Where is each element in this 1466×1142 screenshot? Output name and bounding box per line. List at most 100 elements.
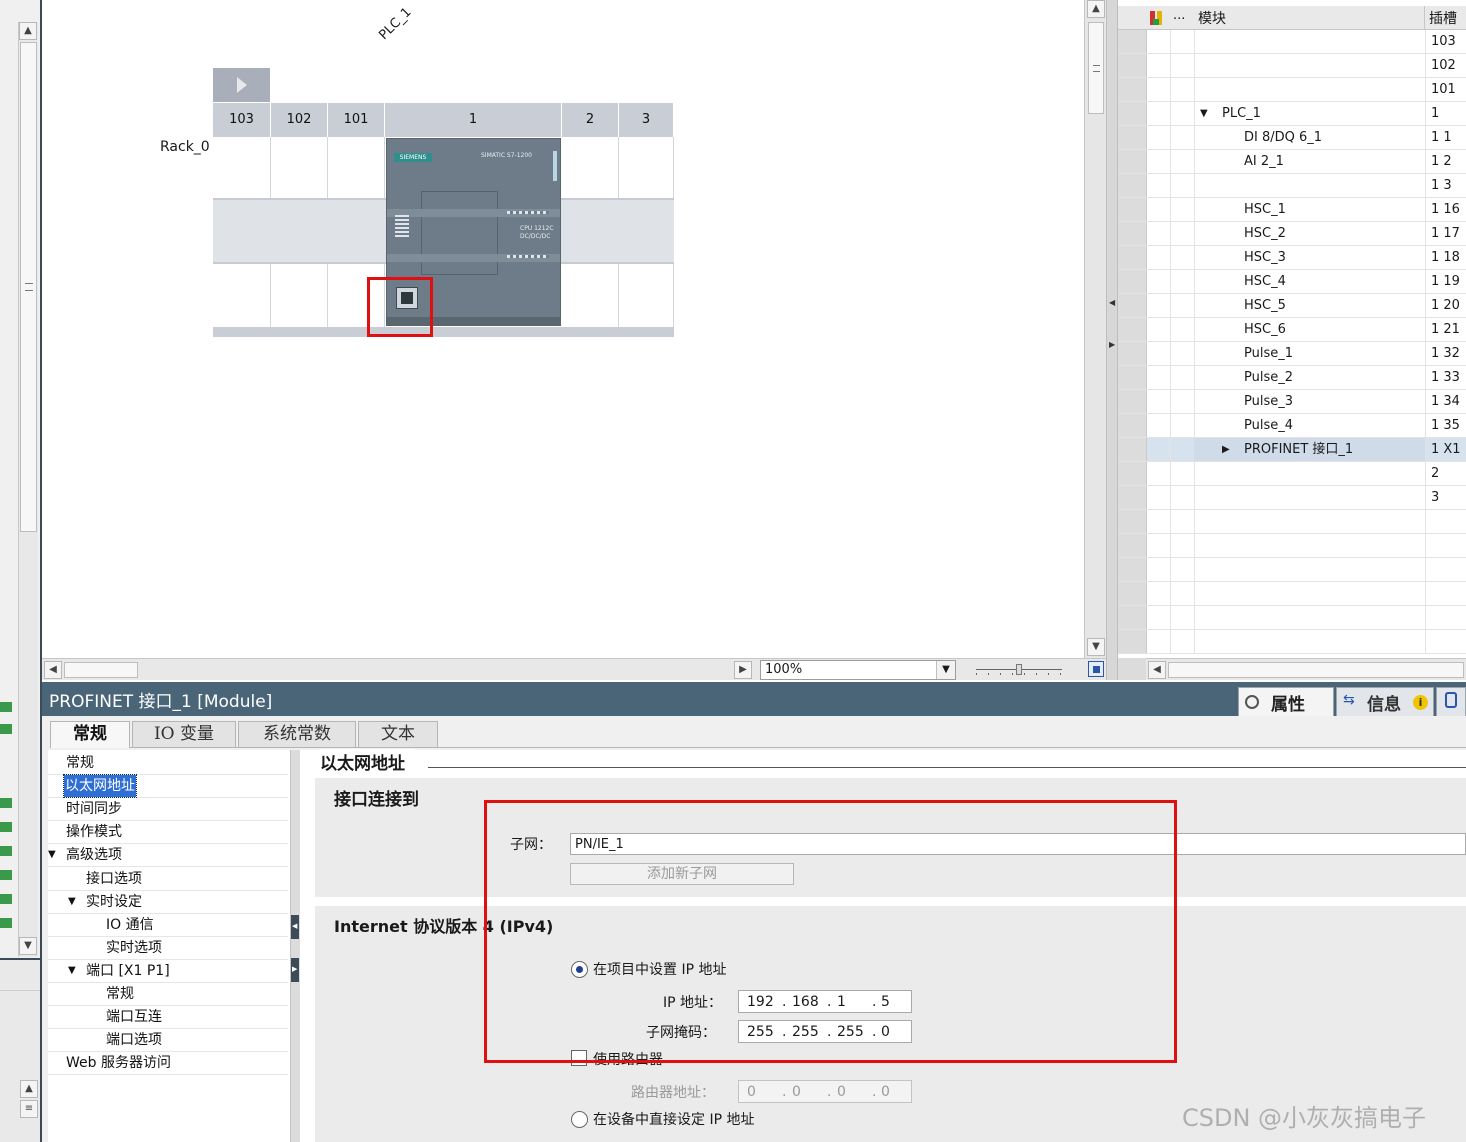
module-name-cell[interactable]	[1194, 30, 1426, 53]
module-name-cell[interactable]	[1194, 606, 1426, 629]
radio-set-on-device[interactable]	[571, 1111, 588, 1128]
table-row[interactable]	[1118, 558, 1466, 582]
nav-item[interactable]: 高级选项	[66, 844, 122, 866]
nav-item[interactable]: IO 通信	[106, 914, 154, 936]
row-selector[interactable]	[1118, 318, 1147, 341]
nav-item[interactable]: 操作模式	[66, 821, 122, 843]
hscroll-thumb[interactable]	[1168, 662, 1464, 678]
module-name-cell[interactable]: Pulse_1	[1194, 342, 1426, 365]
tab-info[interactable]: ⇆ 信息 i	[1336, 687, 1434, 716]
table-row[interactable]: Pulse_4 1 35	[1118, 414, 1466, 438]
chevron-down-icon[interactable]: ▼	[48, 844, 56, 866]
row-selector[interactable]	[1118, 342, 1147, 365]
module-name-cell[interactable]	[1194, 558, 1426, 581]
module-name-cell[interactable]: HSC_6	[1194, 318, 1426, 341]
header-module[interactable]: 模块	[1198, 8, 1226, 28]
chevron-down-icon[interactable]: ▼	[1200, 102, 1208, 125]
row-selector[interactable]	[1118, 30, 1147, 53]
row-selector[interactable]	[1118, 558, 1147, 581]
module-name-cell[interactable]	[1194, 486, 1426, 509]
table-row[interactable]: HSC_3 1 18	[1118, 246, 1466, 270]
nav-item[interactable]: 常规	[106, 983, 134, 1005]
panel-splitter[interactable]: ◀ ▶	[1106, 0, 1118, 680]
nav-item[interactable]: 时间同步	[66, 798, 122, 820]
module-name-cell[interactable]	[1194, 510, 1426, 533]
module-name-cell[interactable]	[1194, 462, 1426, 485]
header-slot[interactable]: 插槽	[1429, 8, 1457, 28]
module-name-cell[interactable]: HSC_2	[1194, 222, 1426, 245]
zoom-slider[interactable]	[976, 664, 1062, 676]
nav-item[interactable]: 接口选项	[86, 868, 142, 890]
scroll-down-icon[interactable]: ▼	[19, 937, 37, 955]
row-selector[interactable]	[1118, 174, 1147, 197]
overview-icon[interactable]	[1088, 661, 1104, 677]
nav-item[interactable]: Web 服务器访问	[66, 1052, 171, 1074]
tab-diagnostics[interactable]	[1436, 687, 1466, 716]
scroll-menu-icon[interactable]: ≡	[20, 1100, 38, 1118]
module-name-cell[interactable]	[1194, 174, 1426, 197]
nav-splitter[interactable]: ◀ ▶	[290, 750, 300, 1142]
chevron-down-icon[interactable]: ▼	[68, 960, 76, 982]
chevron-down-icon[interactable]: ▼	[936, 661, 955, 679]
scroll-down-icon[interactable]: ▼	[1087, 638, 1105, 656]
tab-properties[interactable]: 属性	[1238, 687, 1334, 716]
row-selector[interactable]	[1118, 150, 1147, 173]
nav-item[interactable]: 实时选项	[106, 937, 162, 959]
module-name-cell[interactable]: HSC_3	[1194, 246, 1426, 269]
table-row[interactable]: AI 2_1 1 2	[1118, 150, 1466, 174]
device-view-vscroll[interactable]: ▲ ▼	[1084, 0, 1106, 658]
table-row[interactable]: 3	[1118, 486, 1466, 510]
hscroll-thumb[interactable]	[64, 662, 138, 678]
module-name-cell[interactable]: HSC_1	[1194, 198, 1426, 221]
table-row[interactable]: 1 3	[1118, 174, 1466, 198]
nav-item[interactable]: 以太网地址	[63, 774, 137, 799]
row-selector[interactable]	[1118, 222, 1147, 245]
row-selector[interactable]	[1118, 198, 1147, 221]
nav-item[interactable]: 端口 [X1 P1]	[86, 960, 170, 982]
zoom-select[interactable]: 100% ▼	[760, 660, 956, 680]
row-selector[interactable]	[1118, 294, 1147, 317]
module-name-cell[interactable]: DI 8/DQ 6_1	[1194, 126, 1426, 149]
module-name-cell[interactable]	[1194, 630, 1426, 653]
table-row[interactable]: 2	[1118, 462, 1466, 486]
module-name-cell[interactable]	[1194, 534, 1426, 557]
row-selector[interactable]	[1118, 270, 1147, 293]
row-selector[interactable]	[1118, 390, 1147, 413]
row-selector[interactable]	[1118, 630, 1147, 653]
tab-texts[interactable]: 文本	[358, 721, 438, 748]
nav-item[interactable]: 端口互连	[106, 1006, 162, 1028]
row-selector[interactable]	[1118, 438, 1147, 461]
left-strip-scrollbar[interactable]: ▲ ▼	[18, 22, 38, 957]
scrollbar-thumb[interactable]	[20, 42, 37, 532]
row-selector[interactable]	[1118, 246, 1147, 269]
table-row[interactable]: HSC_4 1 19	[1118, 270, 1466, 294]
module-name-cell[interactable]: ▼ PLC_1	[1194, 102, 1426, 125]
nav-item[interactable]: 实时设定	[86, 891, 142, 913]
zoom-slider-handle[interactable]	[1016, 664, 1022, 675]
module-name-cell[interactable]	[1194, 78, 1426, 101]
row-selector[interactable]	[1118, 510, 1147, 533]
module-name-cell[interactable]: HSC_4	[1194, 270, 1426, 293]
tab-system-constants[interactable]: 系统常数	[238, 721, 356, 748]
module-name-cell[interactable]	[1194, 582, 1426, 605]
module-name-cell[interactable]: Pulse_2	[1194, 366, 1426, 389]
table-row[interactable]: DI 8/DQ 6_1 1 1	[1118, 126, 1466, 150]
row-selector[interactable]	[1118, 126, 1147, 149]
scroll-up-icon[interactable]: ▲	[20, 1080, 38, 1098]
chevron-down-icon[interactable]: ▼	[68, 891, 76, 913]
module-name-cell[interactable]: HSC_5	[1194, 294, 1426, 317]
table-row[interactable]: HSC_1 1 16	[1118, 198, 1466, 222]
table-row[interactable]	[1118, 534, 1466, 558]
nav-item[interactable]: 常规	[66, 752, 94, 774]
module-name-cell[interactable]	[1194, 54, 1426, 77]
table-row[interactable]: HSC_5 1 20	[1118, 294, 1466, 318]
row-selector[interactable]	[1118, 54, 1147, 77]
scroll-up-icon[interactable]: ▲	[19, 22, 37, 40]
table-row[interactable]	[1118, 630, 1466, 654]
tab-general[interactable]: 常规	[50, 721, 130, 748]
scrollbar-thumb[interactable]	[1088, 22, 1104, 114]
row-selector[interactable]	[1118, 606, 1147, 629]
table-row[interactable]: Pulse_3 1 34	[1118, 390, 1466, 414]
scroll-up-icon[interactable]: ▲	[1087, 0, 1105, 18]
scroll-right-icon[interactable]: ▶	[734, 661, 752, 679]
